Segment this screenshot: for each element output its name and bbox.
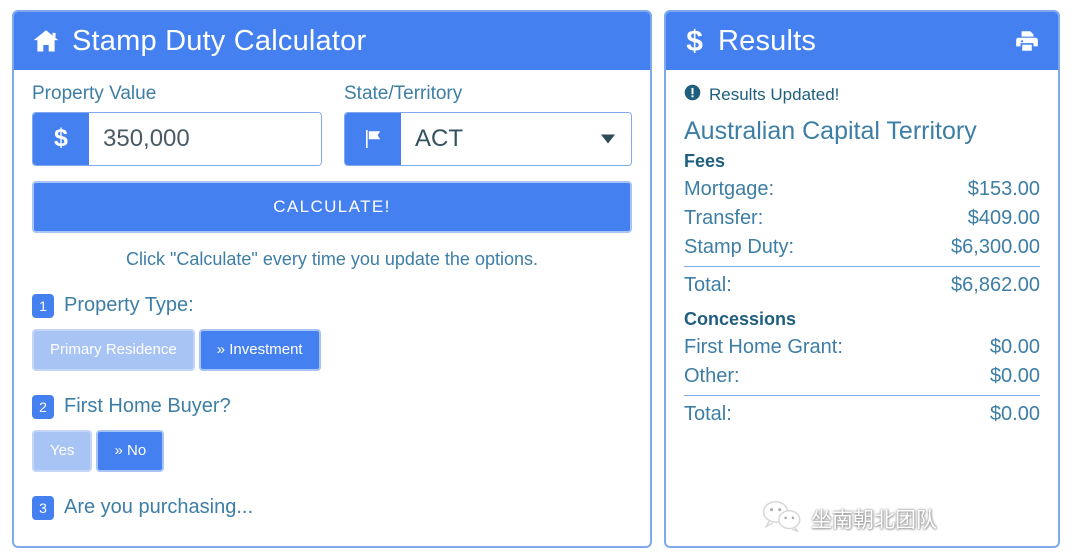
- option-label: Are you purchasing...: [64, 496, 253, 519]
- result-value: $6,300.00: [951, 236, 1040, 258]
- option-label: Property Type:: [64, 294, 194, 317]
- result-row: Stamp Duty: $6,300.00: [684, 233, 1040, 262]
- result-label: Transfer:: [684, 207, 764, 229]
- chevron-down-icon: [601, 134, 615, 144]
- property-value-input-group[interactable]: $: [32, 111, 322, 166]
- wechat-icon: [762, 499, 802, 538]
- result-value: $153.00: [967, 178, 1040, 200]
- first-home-buyer-yes[interactable]: Yes: [32, 429, 93, 472]
- page-title: Stamp Duty Calculator: [72, 24, 367, 57]
- svg-text:$: $: [686, 26, 703, 56]
- result-label: First Home Grant:: [684, 336, 843, 358]
- calculator-panel: Stamp Duty Calculator Property Value $ S…: [12, 10, 652, 548]
- flag-icon: [345, 112, 401, 165]
- result-row: Mortgage: $153.00: [684, 175, 1040, 204]
- option-header: 3 Are you purchasing...: [32, 495, 632, 520]
- option-group-property-type: 1 Property Type: Primary Residence » Inv…: [32, 293, 632, 371]
- watermark: 坐南朝北团队: [762, 499, 937, 538]
- result-row: First Home Grant: $0.00: [684, 333, 1040, 362]
- state-field: State/Territory ACT: [344, 83, 632, 166]
- result-label: Mortgage:: [684, 178, 775, 200]
- result-value: $0.00: [989, 365, 1040, 387]
- step-badge: 1: [32, 293, 54, 318]
- calculate-hint: Click "Calculate" every time you update …: [126, 248, 538, 269]
- state-input-group[interactable]: ACT: [344, 111, 632, 166]
- results-title: Results: [718, 24, 817, 57]
- results-header: $ Results: [666, 12, 1058, 70]
- results-region: Australian Capital Territory: [684, 117, 977, 145]
- result-total-label: Total:: [684, 403, 732, 425]
- results-updated-text: Results Updated!: [709, 85, 840, 104]
- results-panel: $ Results Results Updated! Australian Ca…: [664, 10, 1060, 548]
- property-type-buttons: Primary Residence » Investment: [32, 328, 632, 371]
- dollar-icon: $: [684, 26, 706, 56]
- step-badge: 2: [32, 394, 54, 419]
- property-value-label: Property Value: [32, 83, 157, 104]
- option-group-first-home-buyer: 2 First Home Buyer? Yes » No: [32, 394, 632, 472]
- result-total-value: $0.00: [989, 403, 1040, 425]
- result-row: Transfer: $409.00: [684, 204, 1040, 233]
- option-header: 2 First Home Buyer?: [32, 394, 632, 419]
- option-header: 1 Property Type:: [32, 293, 632, 318]
- results-section-fees: Fees Mortgage: $153.00 Transfer: $409.00…: [684, 151, 1040, 300]
- printer-icon[interactable]: [1014, 28, 1040, 54]
- result-value: $409.00: [967, 207, 1040, 229]
- results-section-concessions: Concessions First Home Grant: $0.00 Othe…: [684, 309, 1040, 429]
- step-badge: 3: [32, 495, 54, 520]
- result-total-row: Total: $0.00: [684, 395, 1040, 429]
- first-home-buyer-no[interactable]: » No: [96, 429, 165, 472]
- result-value: $0.00: [989, 336, 1040, 358]
- calculator-header: Stamp Duty Calculator: [14, 12, 650, 70]
- result-total-label: Total:: [684, 274, 732, 296]
- state-select[interactable]: ACT: [401, 112, 631, 165]
- first-home-buyer-buttons: Yes » No: [32, 429, 632, 472]
- property-value-input[interactable]: [89, 112, 321, 165]
- option-label: First Home Buyer?: [64, 395, 231, 418]
- result-row: Other: $0.00: [684, 362, 1040, 391]
- option-group-purchasing: 3 Are you purchasing...: [32, 495, 632, 520]
- exclamation-circle-icon: [684, 84, 701, 106]
- calculate-button[interactable]: CALCULATE!: [32, 180, 632, 233]
- results-updated-notice: Results Updated!: [684, 84, 1040, 106]
- watermark-text: 坐南朝北团队: [811, 507, 937, 532]
- result-total-value: $6,862.00: [951, 274, 1040, 296]
- home-icon: [32, 27, 60, 55]
- result-total-row: Total: $6,862.00: [684, 266, 1040, 300]
- section-title: Fees: [684, 151, 726, 171]
- result-label: Other:: [684, 365, 740, 387]
- input-row: Property Value $ State/Territory: [32, 83, 632, 166]
- calculator-body: Property Value $ State/Territory: [14, 70, 650, 546]
- app-root: Stamp Duty Calculator Property Value $ S…: [0, 0, 1080, 558]
- section-title: Concessions: [684, 309, 797, 329]
- property-type-primary-residence[interactable]: Primary Residence: [32, 328, 195, 371]
- property-value-field: Property Value $: [32, 83, 322, 166]
- dollar-icon: $: [33, 112, 89, 165]
- property-type-investment[interactable]: » Investment: [198, 328, 321, 371]
- state-selected-value: ACT: [415, 124, 463, 152]
- result-label: Stamp Duty:: [684, 236, 795, 258]
- results-body: Results Updated! Australian Capital Terr…: [666, 70, 1058, 546]
- state-label: State/Territory: [344, 83, 463, 104]
